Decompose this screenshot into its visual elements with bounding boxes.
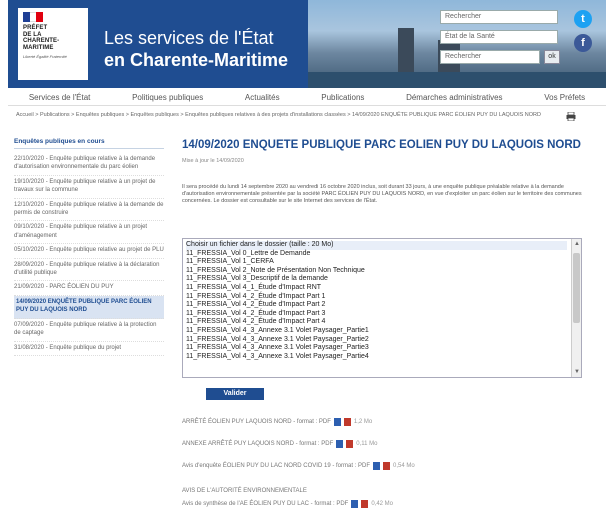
document-link[interactable]: ARRÊTÉ ÉOLIEN PUY LAQUOIS NORD - format … — [182, 418, 372, 426]
header-search-input[interactable]: Rechercher — [440, 10, 558, 24]
sidebar-item[interactable]: 28/09/2020 - Enquête publique relative à… — [14, 259, 164, 282]
nav-item-politiques[interactable]: Politiques publiques — [132, 93, 203, 102]
file-option[interactable]: 11_FRESSIA_Vol 4_3_Annexe 3.1 Volet Pays… — [186, 353, 567, 362]
document-link[interactable]: Avis d'enquête ÉOLIEN PUY DU LAC NORD CO… — [182, 462, 415, 470]
file-option[interactable]: 11_FRESSIA_Vol 4_2_Étude d'Impact Part 2 — [186, 301, 567, 310]
document-link[interactable]: Avis de synthèse de l'AE ÉOLIEN PUY DU L… — [182, 500, 393, 508]
pdf-icon[interactable] — [343, 418, 351, 426]
scroll-up-icon[interactable]: ▲ — [572, 239, 581, 249]
header-service-select[interactable]: État de la Santé — [440, 30, 558, 44]
breadcrumb[interactable]: Accueil > Publications > Enquêtes publiq… — [16, 112, 556, 119]
main-content: 14/09/2020 ENQUETE PUBLIQUE PARC EOLIEN … — [182, 138, 582, 508]
file-option[interactable]: 11_FRESSIA_Vol 4_1_Étude d'Impact RNT — [186, 284, 567, 293]
file-option[interactable]: 11_FRESSIA_Vol 4_3_Annexe 3.1 Volet Pays… — [186, 344, 567, 353]
document-label: ARRÊTÉ ÉOLIEN PUY LAQUOIS NORD - format … — [182, 419, 331, 425]
pdf-icon[interactable] — [383, 462, 390, 470]
file-option[interactable]: 11_FRESSIA_Vol 2_Note de Présentation No… — [186, 267, 567, 276]
document-size: 0,54 Mo — [393, 463, 415, 469]
document-label: ANNEXE ARRÊTÉ PUY LAQUOIS NORD - format … — [182, 441, 334, 447]
document-label: Avis de synthèse de l'AE ÉOLIEN PUY DU L… — [182, 501, 349, 507]
file-option[interactable]: 11_FRESSIA_Vol 4_3_Annexe 3.1 Volet Pays… — [186, 327, 567, 336]
listbox-scrollbar[interactable]: ▲ ▼ — [571, 239, 581, 377]
nav-item-actualites[interactable]: Actualités — [245, 93, 280, 102]
sidebar-item[interactable]: 05/10/2020 - Enquête publique relative a… — [14, 244, 164, 259]
file-option[interactable]: 11_FRESSIA_Vol 3_Descriptif de la demand… — [186, 275, 567, 284]
section-heading: AVIS DE L'AUTORITÉ ENVIRONNEMENTALE — [182, 488, 307, 494]
flag-icon — [23, 12, 44, 22]
intro-text: Il sera procédé du lundi 14 septembre 20… — [182, 184, 582, 204]
nav-item-services[interactable]: Services de l'État — [29, 93, 91, 102]
sidebar: Enquêtes publiques en cours 22/10/2020 -… — [14, 138, 164, 356]
scroll-thumb[interactable] — [573, 253, 580, 323]
download-icon[interactable] — [333, 418, 341, 426]
main-nav: Services de l'État Politiques publiques … — [8, 90, 606, 106]
nav-item-demarches[interactable]: Démarches administratives — [406, 93, 502, 102]
print-icon[interactable] — [566, 112, 576, 121]
sidebar-item[interactable]: 09/10/2020 - Enquête publique relative à… — [14, 221, 164, 245]
scroll-down-icon[interactable]: ▼ — [572, 367, 581, 377]
document-label: Avis d'enquête ÉOLIEN PUY DU LAC NORD CO… — [182, 463, 370, 469]
document-size: 0,11 Mo — [356, 441, 378, 447]
sidebar-item[interactable]: 12/10/2020 - Enquête publique relative à… — [14, 199, 164, 222]
nav-item-prefets[interactable]: Vos Préfets — [544, 93, 585, 102]
file-option[interactable]: 11_FRESSIA_Vol 0_Lettre de Demande — [186, 250, 567, 259]
sidebar-title: Enquêtes publiques en cours — [14, 138, 164, 149]
twitter-icon[interactable]: t — [574, 10, 592, 28]
publish-date: Mise à jour le 14/09/2020 — [182, 158, 244, 164]
sidebar-item[interactable]: 07/09/2020 - Enquête publique relative à… — [14, 319, 164, 342]
logo-line: MARITIME — [23, 44, 54, 51]
file-option[interactable]: 11_FRESSIA_Vol 4_2_Étude d'Impact Part 1 — [186, 293, 567, 302]
file-option[interactable]: 11_FRESSIA_Vol 4_2_Étude d'Impact Part 4 — [186, 318, 567, 327]
sidebar-item[interactable]: 19/10/2020 - Enquête publique relative à… — [14, 176, 164, 199]
site-title: Les services de l'État — [104, 28, 274, 48]
sidebar-item[interactable]: 31/08/2020 - Enquête publique du projet — [14, 342, 164, 356]
pdf-icon[interactable] — [346, 440, 354, 448]
logo-motto: Liberté Égalité Fraternité — [23, 54, 67, 59]
facebook-icon[interactable]: f — [574, 34, 592, 52]
document-link[interactable]: ANNEXE ARRÊTÉ PUY LAQUOIS NORD - format … — [182, 440, 378, 448]
validate-button[interactable]: Valider — [206, 388, 264, 400]
site-header: PRÉFET DE LA CHARENTE- MARITIME Liberté … — [8, 0, 606, 88]
document-size: 1,2 Mo — [353, 419, 373, 425]
sidebar-item[interactable]: 22/10/2020 - Enquête publique relative à… — [14, 153, 164, 176]
file-listbox[interactable]: Choisir un fichier dans le dossier (tail… — [182, 238, 582, 378]
page-title: 14/09/2020 ENQUETE PUBLIQUE PARC EOLIEN … — [182, 139, 581, 151]
header-search2-input[interactable]: Rechercher — [440, 50, 540, 64]
file-option[interactable]: 11_FRESSIA_Vol 4_3_Annexe 3.1 Volet Pays… — [186, 336, 567, 345]
file-option[interactable]: 11_FRESSIA_Vol 1_CERFA — [186, 258, 567, 267]
document-size: 0,42 Mo — [371, 501, 394, 507]
file-option[interactable]: Choisir un fichier dans le dossier (tail… — [186, 241, 567, 250]
download-icon[interactable] — [373, 462, 380, 470]
site-subtitle: en Charente-Maritime — [104, 50, 289, 70]
pdf-icon[interactable] — [361, 500, 369, 508]
download-icon[interactable] — [351, 500, 359, 508]
sidebar-item[interactable]: 21/09/2020 - PARC ÉOLIEN DU PUY — [14, 281, 164, 296]
download-icon[interactable] — [336, 440, 344, 448]
header-photo-water — [308, 72, 606, 88]
sidebar-item-active[interactable]: 14/09/2020 ENQUÊTE PUBLIQUE PARC ÉOLIEN … — [14, 295, 164, 319]
nav-item-publications[interactable]: Publications — [321, 93, 364, 102]
prefecture-logo[interactable]: PRÉFET DE LA CHARENTE- MARITIME Liberté … — [18, 8, 88, 80]
search-submit-button[interactable]: ok — [544, 50, 560, 64]
